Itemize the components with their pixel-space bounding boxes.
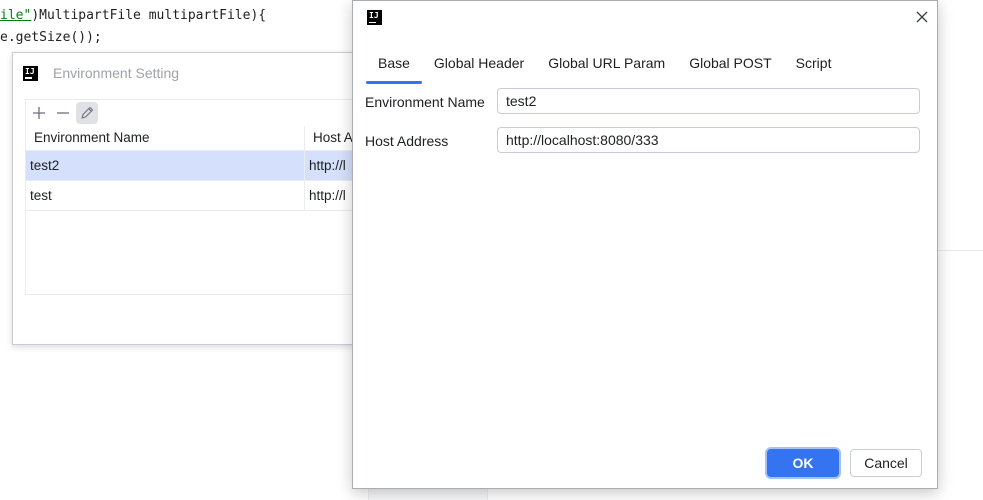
string-literal: ile" xyxy=(0,8,32,23)
column-divider xyxy=(304,181,305,210)
editor-divider xyxy=(937,250,983,251)
intellij-logo-icon: IJ xyxy=(23,65,38,81)
window-title: Environment Setting xyxy=(53,65,180,81)
minus-icon[interactable] xyxy=(52,102,74,124)
intellij-logo-icon: IJ xyxy=(367,10,382,25)
environment-edit-dialog[interactable]: IJ Base Global Header Global URL Param G… xyxy=(352,0,938,489)
code-text: )MultipartFile multipartFile){ xyxy=(31,8,267,23)
tab-bar: Base Global Header Global URL Param Glob… xyxy=(366,45,843,84)
tab-global-post[interactable]: Global POST xyxy=(677,45,783,81)
environment-setting-window[interactable]: IJ Environment Setting Environment Name … xyxy=(12,52,375,345)
table-row[interactable]: test http://l xyxy=(26,181,374,211)
plus-icon[interactable] xyxy=(28,102,50,124)
host-address-field[interactable] xyxy=(497,127,920,153)
tab-base[interactable]: Base xyxy=(366,45,422,84)
tab-script[interactable]: Script xyxy=(784,45,844,81)
close-icon[interactable] xyxy=(912,7,932,27)
tab-global-url-param[interactable]: Global URL Param xyxy=(536,45,677,81)
host-address-label: Host Address xyxy=(365,133,449,149)
environment-name-field[interactable] xyxy=(497,88,920,114)
cancel-button[interactable]: Cancel xyxy=(850,449,922,477)
column-header-host-address[interactable]: Host A xyxy=(313,126,353,150)
ok-button[interactable]: OK xyxy=(767,449,839,477)
row-env-name: test xyxy=(30,188,52,203)
column-header-environment-name[interactable]: Environment Name xyxy=(34,126,150,150)
table-row[interactable]: test2 http://l xyxy=(26,151,374,181)
window-title-bar: IJ Environment Setting xyxy=(23,63,179,83)
column-divider xyxy=(304,126,305,150)
list-toolbar xyxy=(26,100,374,126)
tab-global-header[interactable]: Global Header xyxy=(422,45,536,81)
code-line: e.getSize()); xyxy=(0,30,102,45)
code-line: ile")MultipartFile multipartFile){ xyxy=(0,5,266,27)
environment-list-panel: Environment Name Host A test2 http://l t… xyxy=(25,99,375,295)
environment-name-label: Environment Name xyxy=(365,94,485,110)
background-panel xyxy=(368,488,488,500)
column-divider xyxy=(304,151,305,180)
list-header: Environment Name Host A xyxy=(26,126,374,151)
row-env-name: test2 xyxy=(30,158,60,173)
pencil-icon[interactable] xyxy=(76,102,98,124)
